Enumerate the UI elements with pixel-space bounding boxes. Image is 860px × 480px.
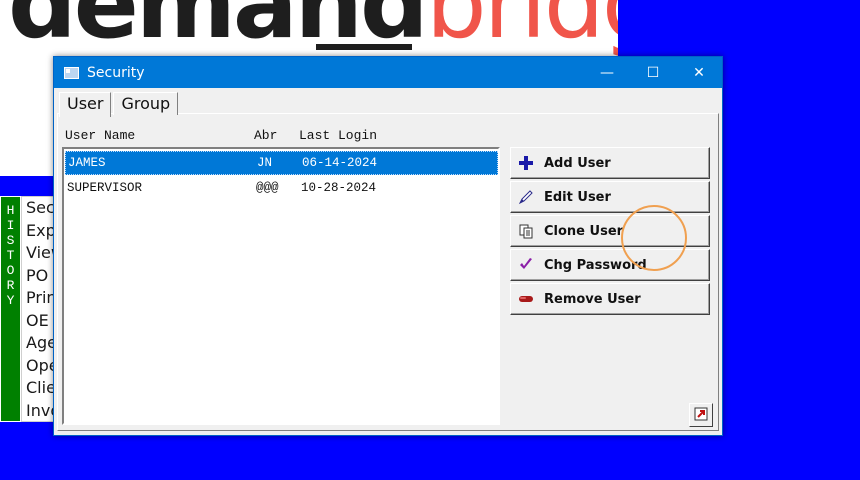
window-title: Security (87, 64, 145, 81)
user-list[interactable]: JAMES JN 06-14-2024 SUPERVISOR @@@ 10-28… (62, 147, 500, 425)
history-letter: T (6, 248, 15, 263)
add-user-button[interactable]: Add User (510, 147, 710, 179)
history-tab[interactable]: H I S T O R Y (0, 196, 21, 422)
table-row[interactable]: JAMES JN 06-14-2024 (65, 151, 498, 175)
logo-text-dark: demand (8, 0, 429, 60)
history-letter: Y (6, 293, 15, 308)
column-header-abr: Abr (254, 128, 278, 143)
checkmark-icon (516, 255, 536, 275)
cell-last-login: 06-14-2024 (302, 156, 378, 170)
cell-user-name: SUPERVISOR (67, 181, 143, 195)
add-user-label: Add User (544, 155, 611, 171)
menu-item[interactable]: Ope (22, 355, 56, 378)
exit-icon (694, 406, 708, 425)
background-menu-list: Sec Exp View PO Prin OE Age Ope Clie Inv… (21, 196, 57, 422)
menu-item[interactable]: Clie (22, 377, 56, 400)
cell-user-name: JAMES (68, 156, 106, 170)
security-window: Security — ☐ ✕ User Group User Name Abr … (53, 56, 723, 436)
minimize-button[interactable]: — (584, 57, 630, 88)
window-icon (64, 66, 79, 79)
plus-icon (516, 153, 536, 173)
menu-item[interactable]: View (22, 242, 56, 265)
close-button[interactable]: ✕ (676, 57, 722, 88)
menu-item[interactable]: Invo (22, 400, 56, 422)
remove-user-button[interactable]: Remove User (510, 283, 710, 315)
window-controls: — ☐ ✕ (584, 57, 722, 88)
exit-button[interactable] (689, 403, 713, 427)
title-bar[interactable]: Security — ☐ ✕ (54, 57, 722, 88)
clone-user-label: Clone User (544, 223, 624, 239)
menu-item[interactable]: OE (22, 310, 56, 333)
history-letter: I (6, 218, 15, 233)
remove-user-label: Remove User (544, 291, 641, 307)
maximize-button[interactable]: ☐ (630, 57, 676, 88)
menu-item[interactable]: Sec (22, 197, 56, 220)
logo-underline (316, 44, 412, 50)
eraser-icon (516, 289, 536, 309)
menu-item[interactable]: Exp (22, 220, 56, 243)
cell-abr: @@@ (256, 181, 279, 195)
menu-item[interactable]: PO (22, 265, 56, 288)
edit-user-label: Edit User (544, 189, 611, 205)
column-header-user-name: User Name (65, 128, 136, 143)
edit-user-button[interactable]: Edit User (510, 181, 710, 213)
column-header-last-login: Last Login (299, 128, 378, 143)
history-letter: H (6, 203, 15, 218)
history-letter: S (6, 233, 15, 248)
demandbridge-logo: demandbridge (8, 0, 618, 52)
cell-abr: JN (257, 156, 273, 170)
history-letter: O (6, 263, 15, 278)
menu-item[interactable]: Prin (22, 287, 56, 310)
copy-icon (516, 221, 536, 241)
tab-user[interactable]: User (59, 92, 112, 117)
tab-group[interactable]: Group (113, 92, 179, 115)
cell-last-login: 10-28-2024 (301, 181, 377, 195)
tab-strip: User Group (59, 92, 180, 117)
logo-text-red: bridge (425, 0, 618, 60)
menu-item[interactable]: Age (22, 332, 56, 355)
chg-password-button[interactable]: Chg Password (510, 249, 710, 281)
chg-password-label: Chg Password (544, 257, 647, 273)
history-letter: R (6, 278, 15, 293)
table-row[interactable]: SUPERVISOR @@@ 10-28-2024 (65, 177, 498, 201)
clone-user-button[interactable]: Clone User (510, 215, 710, 247)
pen-icon (516, 187, 536, 207)
